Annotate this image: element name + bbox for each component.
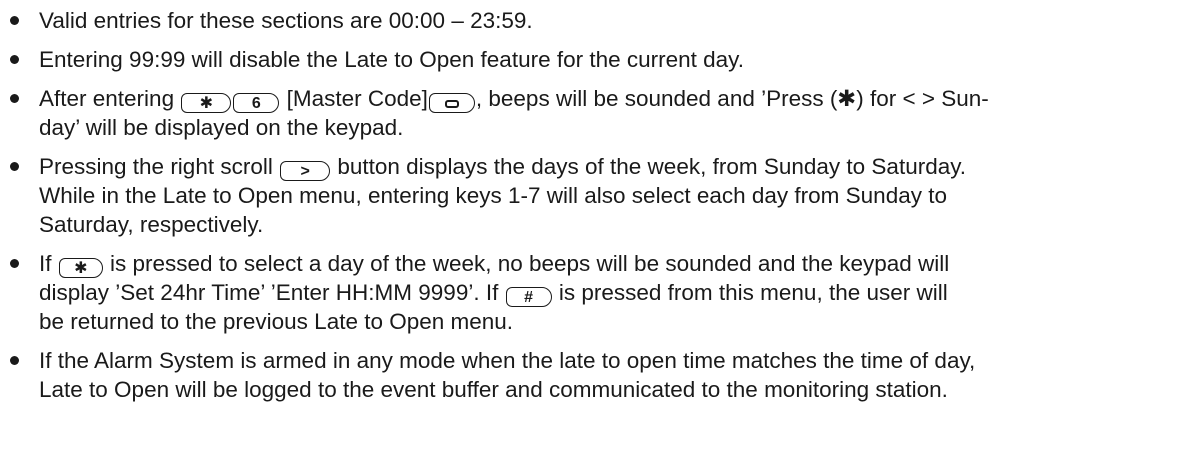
list-item: After entering ✱ 6 [Master Code], beeps w… <box>6 84 1179 142</box>
text-run: If <box>39 251 58 276</box>
bullet-dot-icon <box>10 162 19 171</box>
text-line: Entering 99:99 will disable the Late to … <box>39 47 745 72</box>
star-key-icon: ✱ <box>181 93 232 113</box>
star-glyph: ✱ <box>837 86 857 111</box>
list-item: If ✱ is pressed to select a day of the w… <box>6 249 1179 336</box>
list-item: Entering 99:99 will disable the Late to … <box>6 45 1179 74</box>
six-key-icon: 6 <box>233 93 280 113</box>
text-line: be returned to the previous Late to Open… <box>39 309 514 334</box>
text-run: , beeps will be sounded and ’Press ( <box>475 86 838 111</box>
list-item: Pressing the right scroll > button displ… <box>6 152 1179 239</box>
text-line: Valid entries for these sections are 00:… <box>39 8 533 33</box>
text-line: Late to Open will be logged to the event… <box>39 377 948 402</box>
right-scroll-key-icon: > <box>280 161 331 181</box>
text-run: [Master Code] <box>280 86 428 111</box>
text-line: If the Alarm System is armed in any mode… <box>39 348 976 373</box>
text-run: ) for < > Sun- <box>856 86 989 111</box>
enter-key-icon <box>428 93 475 113</box>
text-run: display ’Set 24hr Time’ ’Enter HH:MM 999… <box>39 280 505 305</box>
bullet-dot-icon <box>10 94 19 103</box>
text-line: day’ will be displayed on the keypad. <box>39 115 404 140</box>
list-item: If the Alarm System is armed in any mode… <box>6 346 1179 404</box>
bullet-dot-icon <box>10 16 19 25</box>
bullet-dot-icon <box>10 55 19 64</box>
rectangle-key-icon <box>444 100 459 108</box>
text-line: If ✱ is pressed to select a day of the w… <box>39 249 1179 278</box>
text-line: display ’Set 24hr Time’ ’Enter HH:MM 999… <box>39 278 1179 307</box>
text-line: Pressing the right scroll > button displ… <box>39 152 1179 181</box>
list-item: Valid entries for these sections are 00:… <box>6 6 1179 35</box>
text-line: Saturday, respectively. <box>39 212 264 237</box>
text-run: After entering <box>39 86 181 111</box>
text-run: Pressing the right scroll <box>39 154 280 179</box>
text-line: After entering ✱ 6 [Master Code], beeps w… <box>39 84 1179 113</box>
bullet-dot-icon <box>10 356 19 365</box>
text-run: is pressed from this menu, the user will <box>552 280 948 305</box>
hash-key-icon: # <box>505 287 552 307</box>
text-line: While in the Late to Open menu, entering… <box>39 183 947 208</box>
document-body: Valid entries for these sections are 00:… <box>0 0 1179 404</box>
text-run: button displays the days of the week, fr… <box>331 154 967 179</box>
bullet-list: Valid entries for these sections are 00:… <box>6 6 1179 404</box>
text-run: is pressed to select a day of the week, … <box>103 251 950 276</box>
star-key-icon: ✱ <box>58 258 103 278</box>
bullet-dot-icon <box>10 259 19 268</box>
